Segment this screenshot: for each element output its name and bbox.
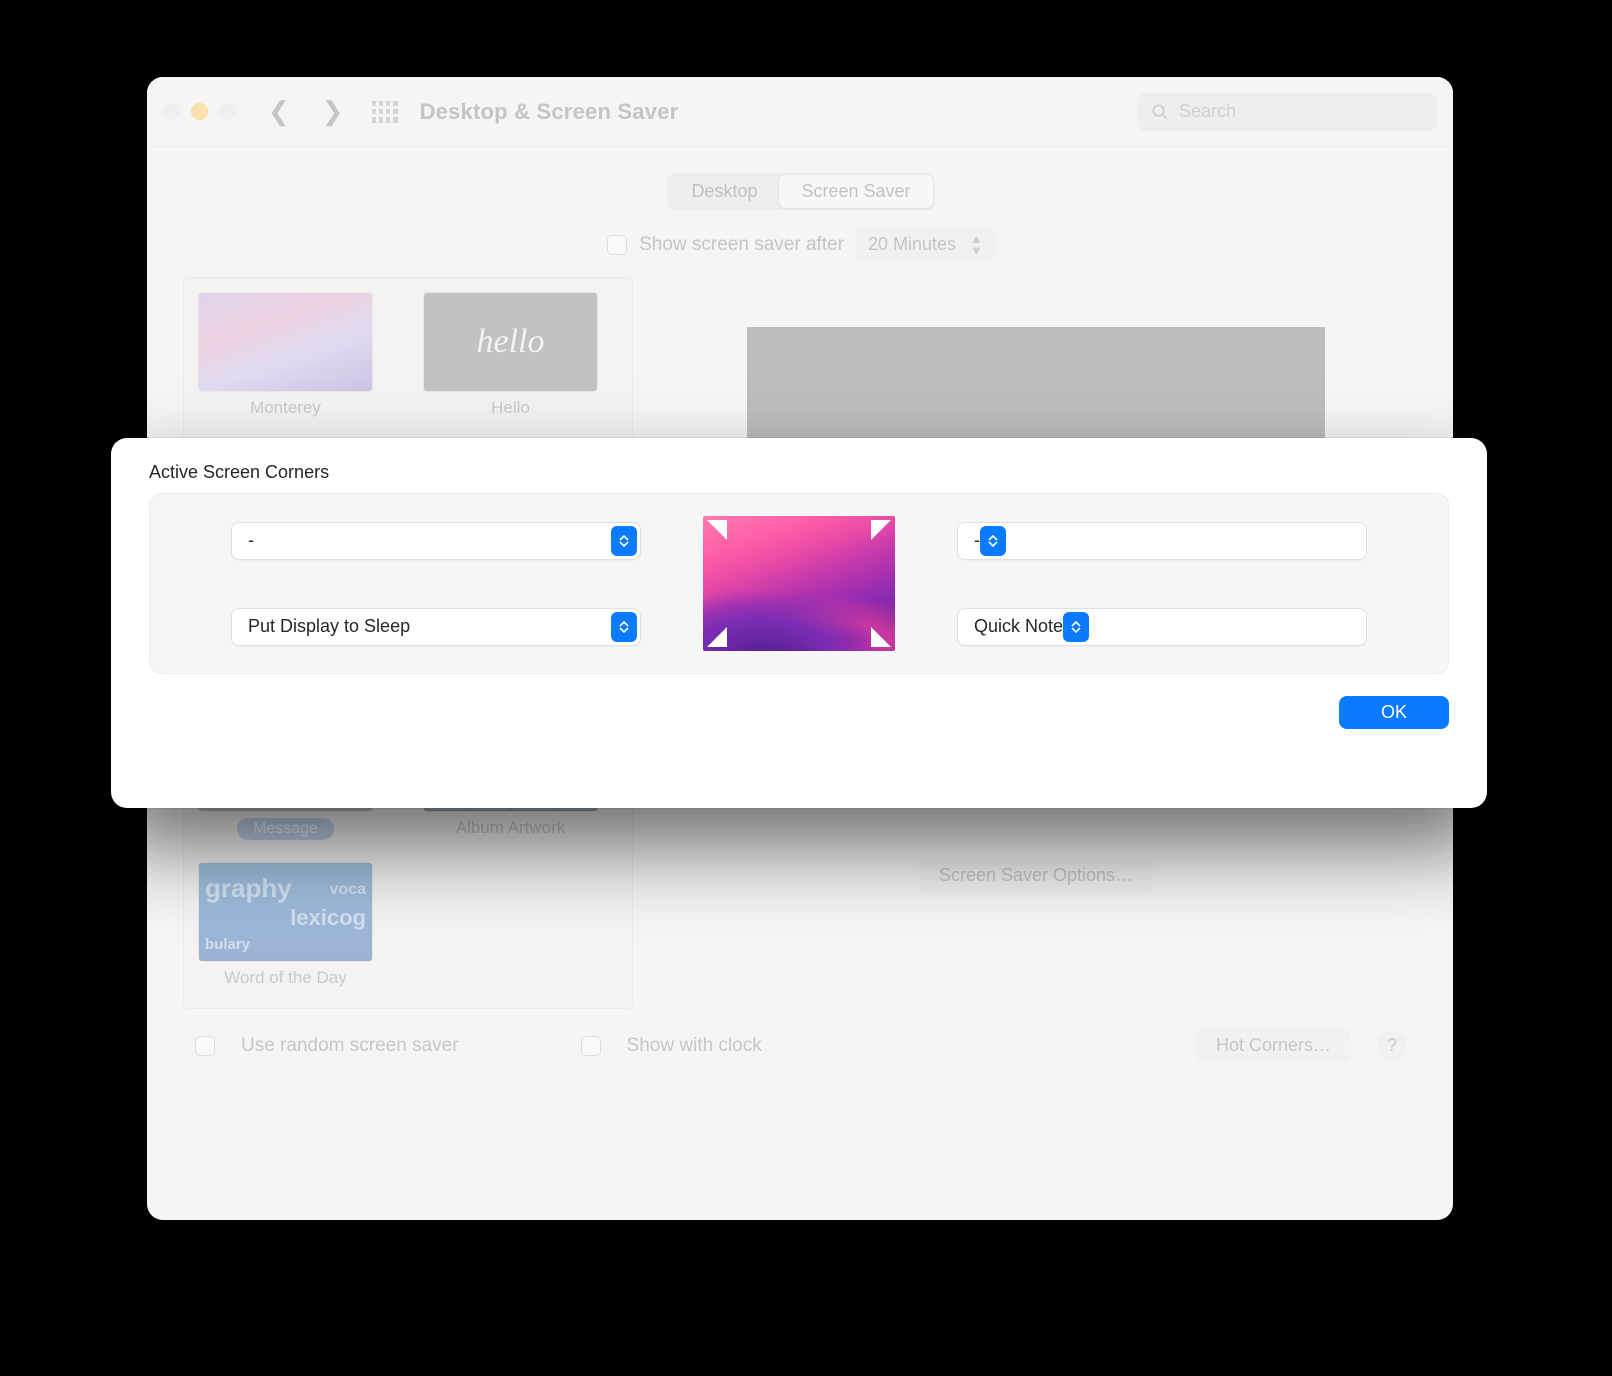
corner-indicator-br bbox=[871, 627, 891, 647]
right-corner-column: - Quick Note bbox=[957, 522, 1367, 646]
bottom-right-corner-select[interactable]: Quick Note bbox=[957, 608, 1367, 646]
forward-button[interactable]: ❯ bbox=[312, 96, 354, 127]
updown-icon: ▲▼ bbox=[970, 232, 983, 257]
show-all-icon[interactable] bbox=[372, 101, 398, 123]
ok-button[interactable]: OK bbox=[1339, 696, 1449, 729]
hot-corners-sheet: Active Screen Corners - Put Display to S… bbox=[111, 438, 1487, 808]
help-button[interactable]: ? bbox=[1377, 1031, 1407, 1061]
show-after-value: 20 Minutes bbox=[868, 234, 956, 255]
screensaver-item-monterey[interactable]: Monterey bbox=[198, 292, 373, 418]
thumb-wod: graphy voca lexicog bulary bbox=[198, 862, 373, 962]
corner-indicator-bl bbox=[707, 627, 727, 647]
random-label: Use random screen saver bbox=[241, 1035, 459, 1057]
window-title: Desktop & Screen Saver bbox=[420, 99, 679, 125]
corner-indicator-tr bbox=[871, 520, 891, 540]
label: Word of the Day bbox=[198, 968, 373, 988]
show-after-select[interactable]: 20 Minutes ▲▼ bbox=[856, 228, 995, 261]
stepper-icon bbox=[980, 526, 1006, 556]
label-pill: Message bbox=[237, 818, 334, 840]
traffic-lights bbox=[163, 103, 236, 120]
label: Album Artwork bbox=[423, 818, 598, 838]
sheet-title: Active Screen Corners bbox=[149, 462, 1449, 483]
close-window-button[interactable] bbox=[163, 103, 180, 120]
left-corner-column: - Put Display to Sleep bbox=[231, 522, 641, 646]
clock-label: Show with clock bbox=[627, 1035, 762, 1057]
stepper-icon bbox=[1063, 612, 1089, 642]
show-after-row: Show screen saver after 20 Minutes ▲▼ bbox=[183, 228, 1419, 261]
search-icon bbox=[1151, 103, 1169, 121]
pane-footer: Use random screen saver Show with clock … bbox=[183, 1009, 1419, 1062]
screensaver-item-wod[interactable]: graphy voca lexicog bulary Word of the D… bbox=[198, 862, 373, 988]
thumb-hello: hello bbox=[423, 292, 598, 392]
clock-checkbox[interactable] bbox=[581, 1036, 601, 1056]
tab-desktop[interactable]: Desktop bbox=[669, 175, 779, 208]
corner-indicator-tl bbox=[707, 520, 727, 540]
titlebar: ❮ ❯ Desktop & Screen Saver Search bbox=[147, 77, 1453, 147]
thumb-monterey bbox=[198, 292, 373, 392]
top-left-value: - bbox=[248, 530, 254, 551]
display-preview bbox=[703, 516, 895, 651]
tab-screensaver[interactable]: Screen Saver bbox=[779, 175, 932, 208]
screen-saver-options-button[interactable]: Screen Saver Options… bbox=[919, 857, 1153, 894]
stepper-icon bbox=[611, 526, 637, 556]
random-checkbox[interactable] bbox=[195, 1036, 215, 1056]
back-button[interactable]: ❮ bbox=[258, 96, 300, 127]
search-field[interactable]: Search bbox=[1137, 93, 1437, 131]
top-right-corner-select[interactable]: - bbox=[957, 522, 1367, 560]
bottom-left-corner-select[interactable]: Put Display to Sleep bbox=[231, 608, 641, 646]
top-left-corner-select[interactable]: - bbox=[231, 522, 641, 560]
bottom-right-value: Quick Note bbox=[974, 616, 1063, 637]
minimize-window-button[interactable] bbox=[191, 103, 208, 120]
show-after-checkbox[interactable] bbox=[607, 235, 627, 255]
screensaver-item-hello[interactable]: hello Hello bbox=[423, 292, 598, 418]
bottom-left-value: Put Display to Sleep bbox=[248, 616, 410, 637]
label: Hello bbox=[423, 398, 598, 418]
tab-segmented: Desktop Screen Saver bbox=[667, 173, 934, 210]
zoom-window-button[interactable] bbox=[219, 103, 236, 120]
label: Monterey bbox=[198, 398, 373, 418]
corners-card: - Put Display to Sleep - bbox=[149, 493, 1449, 674]
stepper-icon bbox=[611, 612, 637, 642]
sheet-footer: OK bbox=[149, 696, 1449, 729]
search-placeholder: Search bbox=[1179, 101, 1236, 122]
show-after-label: Show screen saver after bbox=[639, 234, 844, 256]
hot-corners-button[interactable]: Hot Corners… bbox=[1196, 1029, 1351, 1062]
